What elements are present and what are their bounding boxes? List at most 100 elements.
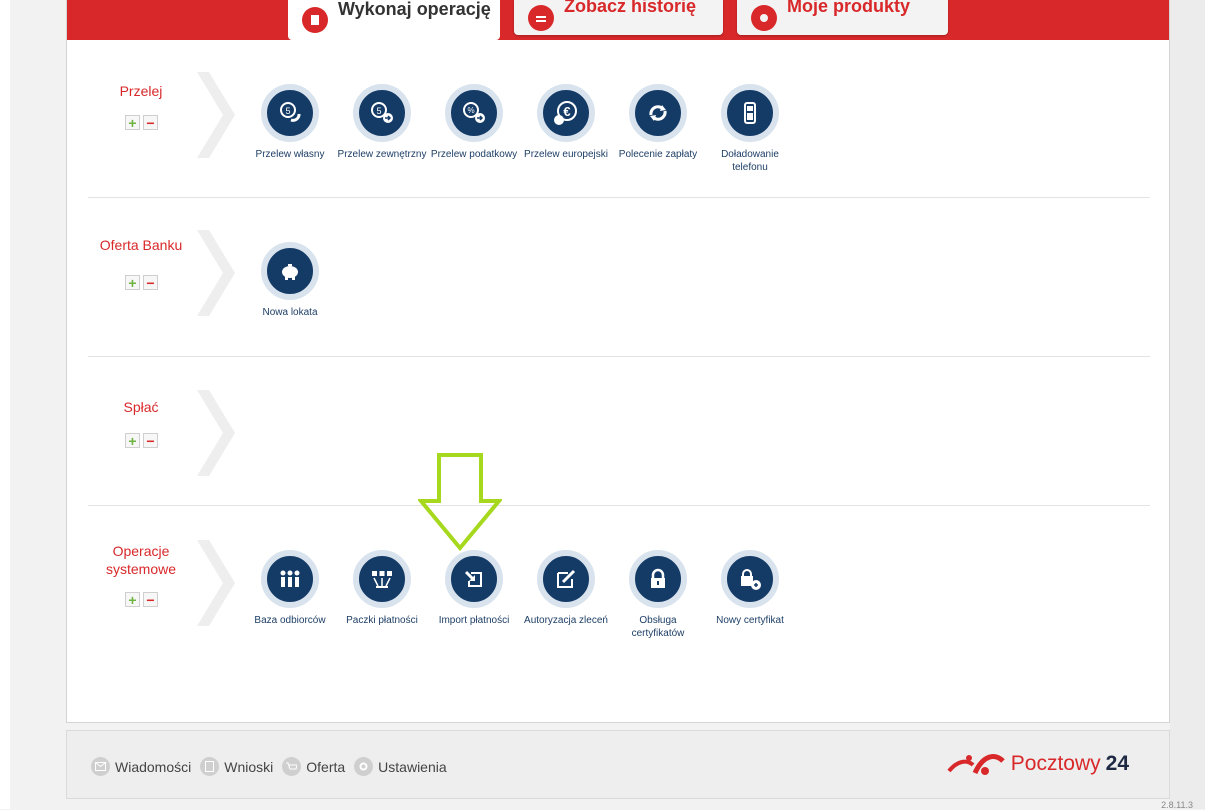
item-label: Obsługa certyfikatów <box>631 615 685 639</box>
footer-link-label: Wiadomości <box>115 758 192 775</box>
chevron-right-icon <box>197 72 235 158</box>
item-order-authorization[interactable]: Autoryzacja zleceń <box>520 550 612 640</box>
gear-icon <box>354 757 374 776</box>
item-certificate-management[interactable]: Obsługa certyfikatów <box>612 550 704 640</box>
chevron-right-icon <box>197 540 235 626</box>
item-payment-import[interactable]: Import płatności <box>428 550 520 640</box>
piggy-bank-icon <box>261 242 319 300</box>
section-transfer: Przelej + − 5 Przelew własny 5 Przelew z… <box>88 72 1150 196</box>
item-european-transfer[interactable]: € Przelew europejski <box>520 84 612 174</box>
coin-arrow-icon: 5 <box>353 84 411 142</box>
item-payment-batches[interactable]: Paczki płatności <box>336 550 428 640</box>
chevron-right-icon <box>197 230 235 316</box>
expand-collapse-controls: + − <box>125 433 158 448</box>
footer-link-settings[interactable]: Ustawienia <box>354 757 447 776</box>
footer-bar: Wiadomości Wnioski Oferta Ustawienia Poc… <box>66 730 1170 799</box>
new-certificate-icon <box>721 550 779 608</box>
footer-link-applications[interactable]: Wnioski <box>200 757 273 776</box>
expand-collapse-controls: + − <box>125 275 158 290</box>
left-margin <box>0 0 10 809</box>
section-bank-offer: Oferta Banku + − Nowa lokata <box>88 230 1150 350</box>
people-icon <box>261 550 319 608</box>
refresh-icon <box>629 84 687 142</box>
svg-text:%: % <box>467 106 474 115</box>
lock-icon <box>629 550 687 608</box>
tab-make-operation[interactable]: Wykonaj operację <box>288 0 500 40</box>
item-tax-transfer[interactable]: % Przelew podatkowy <box>428 84 520 174</box>
item-label: Przelew własny <box>255 149 325 160</box>
svg-text:5: 5 <box>376 106 381 116</box>
item-label: Nowa lokata <box>262 307 318 318</box>
logo-mark-icon <box>947 754 1005 775</box>
document-icon <box>302 7 328 33</box>
expand-button[interactable]: + <box>125 433 140 448</box>
collapse-button[interactable]: − <box>143 433 158 448</box>
payment-batch-icon <box>353 550 411 608</box>
envelope-icon <box>91 757 110 776</box>
item-external-transfer[interactable]: 5 Przelew zewnętrzny <box>336 84 428 174</box>
item-own-transfer[interactable]: 5 Przelew własny <box>244 84 336 174</box>
chevron-right-icon <box>197 390 235 476</box>
item-recipient-base[interactable]: Baza odbiorców <box>244 550 336 640</box>
svg-text:€: € <box>563 104 570 119</box>
section-title: Oferta Banku <box>99 237 183 253</box>
section-title: Operacje systemowe <box>105 543 177 577</box>
tab-label: Zobacz historię <box>564 0 697 16</box>
tab-label: Wykonaj operację <box>338 0 491 19</box>
expand-button[interactable]: + <box>125 115 140 130</box>
import-icon <box>445 550 503 608</box>
logo-text: Pocztowy <box>1010 752 1101 775</box>
right-margin <box>1170 0 1205 809</box>
section-divider <box>88 356 1150 357</box>
products-icon <box>751 4 777 31</box>
section-repay: Spłać + − <box>88 390 1150 490</box>
item-label: Autoryzacja zleceń <box>524 615 608 626</box>
expand-collapse-controls: + − <box>125 592 158 607</box>
expand-collapse-controls: + − <box>125 115 158 130</box>
footer-link-offer[interactable]: Oferta <box>282 757 345 776</box>
footer-link-messages[interactable]: Wiadomości <box>91 757 191 776</box>
tab-my-products[interactable]: Moje produkty <box>737 0 948 35</box>
item-new-deposit[interactable]: Nowa lokata <box>244 242 336 319</box>
item-label: Polecenie zapłaty <box>618 149 698 160</box>
bank-logo: Pocztowy 24 <box>947 751 1129 777</box>
collapse-button[interactable]: − <box>143 115 158 130</box>
form-icon <box>200 757 220 776</box>
tab-label: Moje produkty <box>787 0 911 16</box>
footer-navigation: Wiadomości Wnioski Oferta Ustawienia <box>91 757 456 776</box>
item-new-certificate[interactable]: Nowy certyfikat <box>704 550 796 640</box>
section-title: Przelej <box>119 83 163 99</box>
footer-link-label: Wnioski <box>224 758 274 775</box>
section-divider <box>88 197 1150 198</box>
item-phone-topup[interactable]: Doładowanie telefonu <box>704 84 796 174</box>
footer-link-label: Oferta <box>306 758 346 775</box>
item-label: Nowy certyfikat <box>716 615 784 626</box>
item-label: Doładowanie telefonu <box>721 149 779 173</box>
item-direct-debit[interactable]: Polecenie zapłaty <box>612 84 704 174</box>
mobile-phone-icon <box>721 84 779 142</box>
expand-button[interactable]: + <box>125 592 140 607</box>
coin-return-icon: 5 <box>261 84 319 142</box>
item-label: Import płatności <box>438 615 510 626</box>
expand-button[interactable]: + <box>125 275 140 290</box>
highlight-arrow-down-icon <box>418 453 502 551</box>
edit-icon <box>537 550 595 608</box>
item-label: Paczki płatności <box>346 615 418 626</box>
section-divider <box>88 505 1150 506</box>
item-label: Przelew podatkowy <box>430 149 518 160</box>
history-icon <box>528 4 554 31</box>
logo-number: 24 <box>1105 752 1129 775</box>
collapse-button[interactable]: − <box>143 275 158 290</box>
section-title: Spłać <box>123 399 159 415</box>
euro-icon: € <box>537 84 595 142</box>
footer-link-label: Ustawienia <box>378 758 447 775</box>
item-label: Baza odbiorców <box>254 615 326 626</box>
cart-icon <box>282 757 302 776</box>
section-system-operations: Operacje systemowe + − Baza odbiorców Pa… <box>88 540 1150 670</box>
item-label: Przelew europejski <box>524 149 608 160</box>
svg-text:5: 5 <box>285 106 290 116</box>
percent-coin-icon: % <box>445 84 503 142</box>
collapse-button[interactable]: − <box>143 592 158 607</box>
item-label: Przelew zewnętrzny <box>337 149 427 160</box>
tab-history[interactable]: Zobacz historię <box>514 0 723 35</box>
